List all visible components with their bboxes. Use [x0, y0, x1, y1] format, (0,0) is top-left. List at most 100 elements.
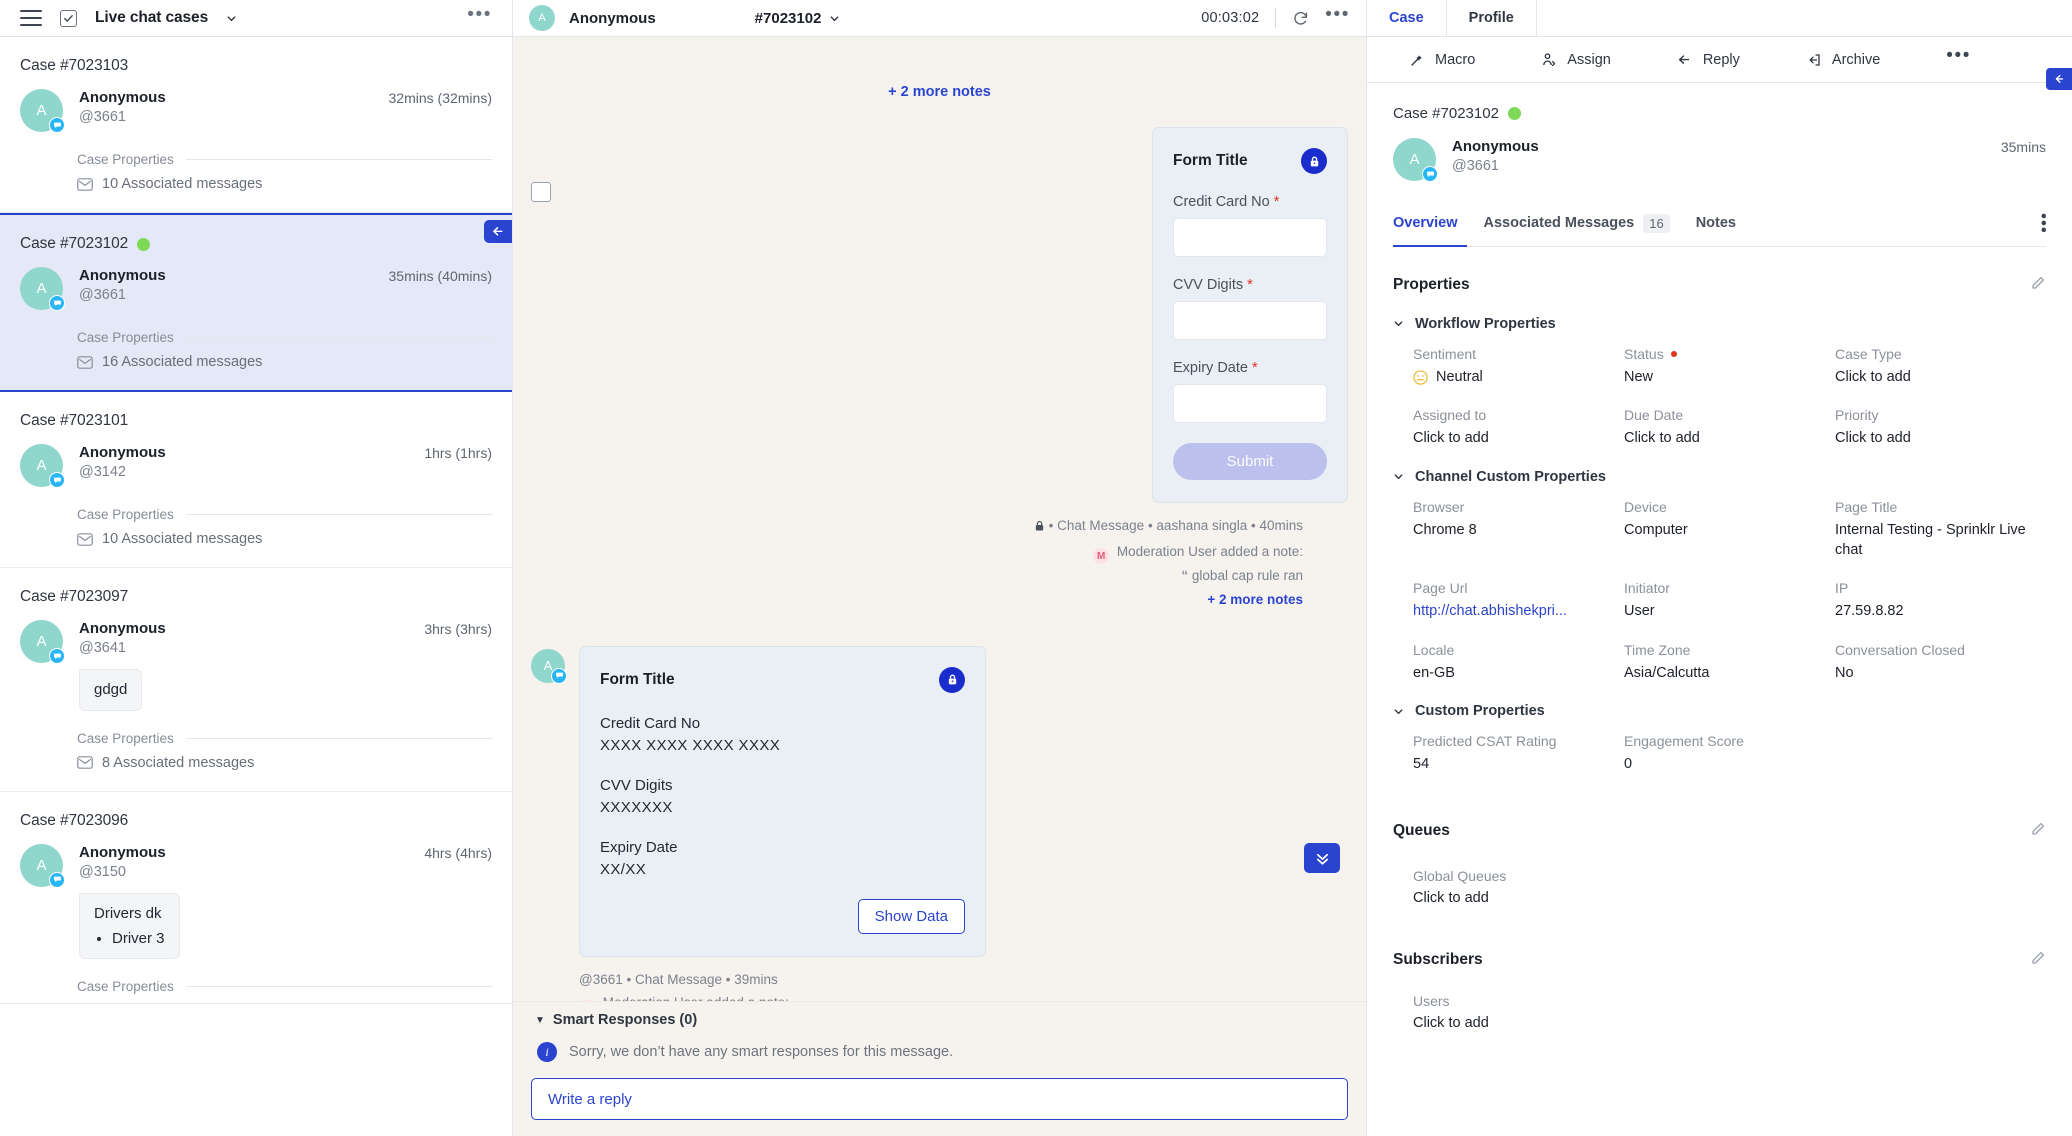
- edit-subscribers-icon[interactable]: [2030, 950, 2046, 971]
- queues-value[interactable]: Click to add: [1413, 890, 2046, 906]
- smart-responses-header[interactable]: ▼ Smart Responses (0): [535, 1012, 1344, 1028]
- credit-card-input[interactable]: [1173, 218, 1327, 257]
- message-select-checkbox[interactable]: [531, 182, 551, 202]
- message-preview-text: gdgd: [94, 681, 128, 698]
- case-number: Case #7023102: [20, 235, 492, 253]
- check-icon: [64, 14, 73, 22]
- case-action-bar: Macro Assign Reply Archive •••: [1367, 37, 2072, 83]
- subtabs-more-options[interactable]: •••: [2034, 213, 2053, 234]
- property-value[interactable]: Click to add: [1835, 429, 1911, 449]
- avatar: A: [20, 267, 65, 311]
- reply-indicator-badge[interactable]: [484, 220, 512, 243]
- more-notes-link[interactable]: + 2 more notes: [1207, 592, 1303, 607]
- case-properties-label: Case Properties: [77, 730, 174, 746]
- more-notes-top: + 2 more notes: [531, 37, 1348, 101]
- case-list-item[interactable]: Case #7023101 A Anonymous @3142 1hrs (1h…: [0, 392, 512, 568]
- property-label: Time Zone: [1624, 641, 1691, 658]
- case-list-item[interactable]: Case #7023103 A Anonymous @3661 32mins (…: [0, 37, 512, 213]
- property-value: en-GB: [1413, 664, 1455, 681]
- queues-section-header: Queues: [1393, 821, 2046, 842]
- tab-overview[interactable]: Overview: [1393, 215, 1458, 231]
- form-row-key: Credit Card No: [600, 714, 701, 732]
- chevron-down-icon[interactable]: [226, 13, 237, 24]
- case-properties-divider: Case Properties: [77, 330, 492, 345]
- edit-queues-icon[interactable]: [2030, 821, 2046, 842]
- assign-button[interactable]: Assign: [1541, 52, 1611, 68]
- note-line: M Moderation User added a note:: [531, 540, 1303, 565]
- case-contact-name: Anonymous: [79, 267, 166, 284]
- chevron-down-icon: [831, 15, 839, 21]
- conversation-header: A Anonymous #7023102 00:03:02 •••: [513, 0, 1366, 37]
- property-due-date: Due Date Click to add: [1624, 407, 1835, 449]
- case-list-item-selected[interactable]: Case #7023102 A Anonymous @3661 35mins (…: [0, 213, 512, 392]
- outgoing-message: Form Title Credit Card No * CVV Digits *…: [531, 127, 1348, 503]
- queues-label: Global Queues: [1413, 867, 1507, 884]
- property-value[interactable]: Click to add: [1413, 429, 1489, 449]
- envelope-icon: [77, 177, 93, 191]
- property-value-link[interactable]: http://chat.abhishekpri...: [1413, 602, 1567, 622]
- submit-button[interactable]: Submit: [1173, 443, 1327, 480]
- tab-associated-messages[interactable]: Associated Messages 16: [1484, 213, 1670, 233]
- workflow-properties-group[interactable]: Workflow Properties: [1393, 316, 2046, 332]
- reply-input[interactable]: Write a reply: [531, 1078, 1348, 1120]
- reply-label: Reply: [1702, 51, 1740, 68]
- select-all-checkbox[interactable]: [60, 9, 77, 27]
- case-contact-handle: @3641: [79, 640, 126, 656]
- divider: [185, 514, 492, 515]
- property-engagement-score: Engagement Score 0: [1624, 733, 1835, 775]
- subscribers-value[interactable]: Click to add: [1413, 1015, 2046, 1031]
- case-list-item[interactable]: Case #7023097 A Anonymous @3641 3hrs (3h…: [0, 568, 512, 792]
- refresh-icon[interactable]: [1292, 10, 1309, 27]
- archive-button[interactable]: Archive: [1806, 52, 1880, 68]
- avatar-initial: A: [529, 5, 555, 31]
- property-initiator: Initiator User: [1624, 580, 1835, 622]
- property-browser: Browser Chrome 8: [1413, 499, 1624, 560]
- form-card-outgoing: Form Title Credit Card No * CVV Digits *…: [1152, 127, 1348, 503]
- expiry-input[interactable]: [1173, 384, 1327, 423]
- macro-button[interactable]: Macro: [1409, 52, 1475, 68]
- tab-notes[interactable]: Notes: [1696, 215, 1736, 231]
- case-number: Case #7023101: [20, 412, 492, 430]
- form-title: Form Title: [600, 670, 675, 688]
- property-time-zone: Time Zone Asia/Calcutta: [1624, 642, 1835, 684]
- property-value[interactable]: New: [1624, 368, 1653, 388]
- property-value[interactable]: Click to add: [1624, 429, 1700, 449]
- reply-button[interactable]: Reply: [1677, 52, 1740, 68]
- smart-responses-section: ▼ Smart Responses (0) i Sorry, we don’t …: [513, 1001, 1366, 1078]
- edit-properties-icon[interactable]: [2030, 275, 2046, 296]
- case-list-item[interactable]: Case #7023096 A Anonymous @3150 4hrs (4h…: [0, 791, 512, 1005]
- scroll-to-bottom-button[interactable]: [1304, 843, 1340, 873]
- property-label: Browser: [1413, 498, 1465, 515]
- property-label: Page Title: [1835, 498, 1898, 515]
- channel-custom-properties-group[interactable]: Channel Custom Properties: [1393, 469, 2046, 485]
- property-page-url: Page Url http://chat.abhishekpri...: [1413, 580, 1624, 622]
- show-data-button[interactable]: Show Data: [857, 898, 965, 934]
- conversation-more-options[interactable]: •••: [1325, 5, 1350, 26]
- hamburger-menu-icon[interactable]: [20, 10, 42, 26]
- case-more-options[interactable]: •••: [1946, 46, 1971, 67]
- case-properties-label: Case Properties: [77, 507, 174, 522]
- custom-properties-group[interactable]: Custom Properties: [1393, 703, 2046, 719]
- property-value[interactable]: Neutral: [1436, 368, 1483, 388]
- message-preview-list: Driver 3: [112, 928, 165, 950]
- cvv-input[interactable]: [1173, 301, 1327, 340]
- collapse-panel-button[interactable]: [2046, 68, 2072, 90]
- divider: [185, 337, 492, 338]
- field-label-text: CVV Digits: [1173, 277, 1244, 293]
- case-number: Case #7023103: [20, 57, 492, 75]
- property-value[interactable]: Click to add: [1835, 368, 1911, 388]
- property-page-title: Page Title Internal Testing - Sprinklr L…: [1835, 499, 2046, 560]
- conversation-case-selector[interactable]: #7023102: [755, 10, 841, 27]
- property-value: Computer: [1624, 521, 1688, 538]
- tab-case[interactable]: Case: [1367, 0, 1446, 36]
- associated-messages-label: 8 Associated messages: [102, 754, 255, 771]
- more-notes-link[interactable]: + 2 more notes: [888, 84, 991, 100]
- reply-placeholder: Write a reply: [548, 1090, 632, 1108]
- case-properties-divider: Case Properties: [77, 731, 492, 746]
- case-contact-name: Anonymous: [79, 89, 166, 106]
- sidebar-more-options[interactable]: •••: [467, 5, 492, 26]
- avatar: A: [20, 444, 65, 488]
- tab-profile[interactable]: Profile: [1445, 0, 1537, 36]
- case-details-panel: Case Profile Macro Assign Reply Archive …: [1367, 0, 2072, 1136]
- case-contact-name: Anonymous: [79, 620, 166, 637]
